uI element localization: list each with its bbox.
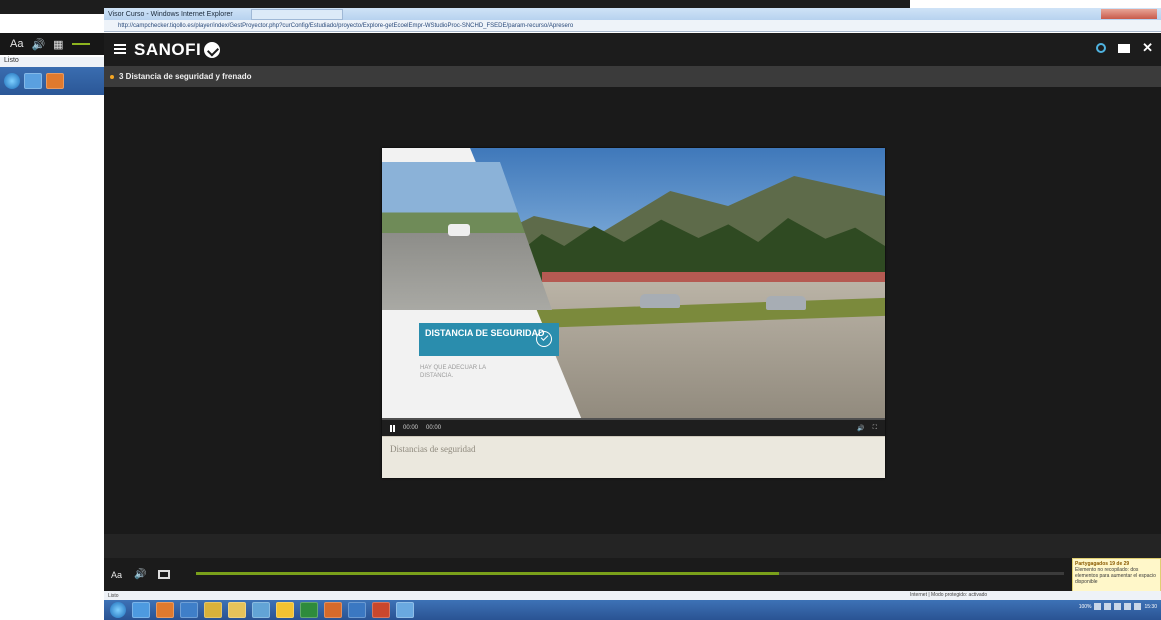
chrome-icon[interactable] [204, 602, 222, 618]
media-player-icon[interactable] [46, 73, 64, 89]
start-button[interactable] [110, 602, 126, 618]
tray-icon[interactable] [1114, 603, 1122, 610]
volume-icon[interactable]: 🔊 [31, 38, 45, 51]
video-car [640, 294, 680, 308]
section-bar: 3 Distancia de seguridad y frenado [104, 66, 1161, 87]
time-total: 00:00 [426, 425, 442, 431]
pause-icon[interactable] [390, 424, 395, 432]
word-icon[interactable] [348, 602, 366, 618]
clock: 15:30 [1144, 603, 1157, 610]
video-frame[interactable]: DISTANCIA DE SEGURIDAD HAY QUE ADECUAR L… [382, 148, 885, 420]
captions-icon[interactable]: ▦ [53, 38, 63, 51]
inset-car [448, 224, 470, 236]
volume-icon[interactable]: 🔊 [857, 425, 864, 432]
glossary-icon[interactable] [1118, 43, 1131, 53]
fullscreen-icon[interactable]: ⛶ [873, 425, 877, 432]
font-size-button[interactable]: Aa [10, 38, 23, 50]
security-zone: Internet | Modo protegido: activado [910, 592, 988, 598]
window-icon[interactable] [396, 602, 414, 618]
font-size-button[interactable]: Aa [111, 570, 122, 580]
topic-subtext: HAY QUE ADECUAR LA DISTANCIA. [420, 365, 486, 379]
browser-titlebar: Visor Curso - Windows Internet Explorer [104, 8, 1161, 20]
video-controls: 00:00 00:00 🔊 ⛶ [382, 420, 885, 436]
browser-statusbar: Listo Internet | Modo protegido: activad… [104, 591, 1161, 600]
notification-body: Elemento no recopilado: dos elementos pa… [1075, 567, 1156, 585]
window-title: Visor Curso - Windows Internet Explorer [108, 10, 233, 18]
hamburger-menu-icon[interactable] [114, 44, 126, 54]
video-caption: Distancias de seguridad [382, 436, 885, 478]
course-progress-fill [196, 572, 780, 575]
background-statusbar: Listo [0, 57, 104, 67]
video-barrier [542, 272, 885, 282]
stage-footer [104, 534, 1161, 558]
ie-icon[interactable] [24, 73, 42, 89]
powerpoint-icon[interactable] [372, 602, 390, 618]
video-car [766, 296, 806, 310]
volume-icon[interactable]: 🔊 [134, 569, 146, 580]
logo-text: SANOFI [134, 40, 202, 59]
window-controls[interactable] [1101, 9, 1157, 19]
captions-icon[interactable] [158, 570, 171, 579]
progress-line [71, 43, 90, 45]
system-tray: 100% 15:30 [1079, 603, 1157, 610]
check-icon [536, 331, 552, 347]
browser-tab[interactable] [250, 8, 343, 20]
video-card: DISTANCIA DE SEGURIDAD HAY QUE ADECUAR L… [382, 148, 885, 478]
progress-circle-icon[interactable] [1096, 43, 1107, 53]
tray-icon[interactable] [1124, 603, 1132, 610]
sanofi-logo: SANOFI [134, 40, 221, 60]
tray-icon[interactable] [1134, 603, 1142, 610]
app-icon[interactable] [276, 602, 294, 618]
zoom-level[interactable]: 100% [1079, 604, 1092, 610]
course-progress-track[interactable] [196, 572, 1064, 575]
section-dot-icon [110, 74, 114, 79]
start-button[interactable] [4, 73, 20, 89]
close-icon[interactable]: ✕ [1142, 41, 1153, 54]
address-bar[interactable]: http://campchecker.tiqollo.es/player/ind… [104, 20, 1161, 32]
background-player-toolbar: Aa 🔊 ▦ [0, 33, 104, 55]
app-header: SANOFI ✕ [104, 33, 1161, 66]
section-title: 3 Distancia de seguridad y frenado [119, 72, 252, 81]
logo-mark-icon [204, 42, 221, 58]
explorer-icon[interactable] [180, 602, 198, 618]
tray-icon[interactable] [1094, 603, 1102, 610]
player-bar: Aa 🔊 [104, 558, 1072, 591]
taskbar: 100% 15:30 [104, 600, 1161, 620]
time-current: 00:00 [403, 425, 419, 431]
status-left: Listo [108, 592, 119, 599]
tray-icon[interactable] [1104, 603, 1112, 610]
background-taskbar [0, 67, 104, 95]
media-player-icon[interactable] [156, 602, 174, 618]
header-actions: ✕ [1096, 41, 1153, 54]
network-icon[interactable] [252, 602, 270, 618]
folder-icon[interactable] [228, 602, 246, 618]
outlook-icon[interactable] [324, 602, 342, 618]
ie-icon[interactable] [132, 602, 150, 618]
excel-icon[interactable] [300, 602, 318, 618]
